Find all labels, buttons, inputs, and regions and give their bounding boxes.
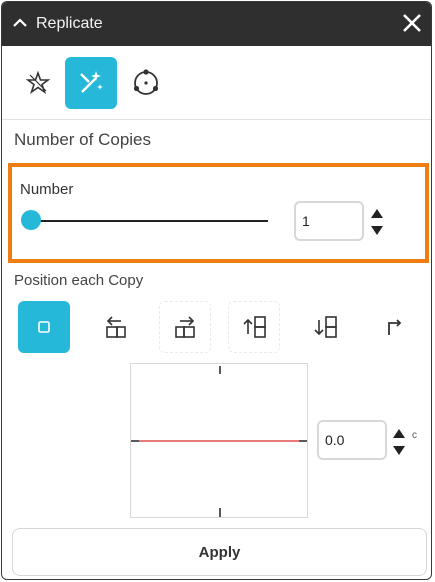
offset-preview (130, 363, 308, 518)
position-right-button[interactable] (159, 301, 211, 353)
chevron-up-icon[interactable] (11, 14, 29, 32)
position-corner-button[interactable] (368, 301, 420, 353)
offset-unit: c (412, 430, 417, 441)
close-icon[interactable] (401, 12, 423, 34)
center-square-icon (38, 321, 50, 333)
title-bar: Replicate (2, 2, 431, 46)
position-down-button[interactable] (299, 301, 351, 353)
position-label: Position each Copy (14, 272, 144, 289)
divider (2, 119, 431, 120)
align-left-arrow-icon (106, 316, 126, 338)
apply-button[interactable]: Apply (12, 528, 427, 576)
position-center-button[interactable] (18, 301, 70, 353)
position-left-button[interactable] (90, 301, 142, 353)
number-slider-thumb[interactable] (21, 210, 41, 230)
number-spinner-icon[interactable] (369, 206, 385, 238)
number-group-highlight (8, 163, 429, 263)
align-right-arrow-icon (175, 316, 195, 338)
offset-input[interactable]: 0.0 (317, 420, 387, 460)
align-down-arrow-icon (314, 316, 337, 338)
section-title-copies: Number of Copies (14, 130, 152, 149)
number-input[interactable]: 1 (294, 201, 364, 241)
mode-circle-button[interactable] (120, 57, 172, 109)
mode-magic-button[interactable] (65, 57, 117, 109)
number-label: Number (20, 181, 74, 198)
offset-spinner-icon[interactable] (391, 426, 407, 458)
window-title: Replicate (36, 15, 103, 32)
corner-arrow-icon (388, 319, 402, 335)
align-up-arrow-icon (243, 316, 266, 338)
mode-star-button[interactable] (12, 57, 64, 109)
magic-wand-sparkle-icon (80, 71, 103, 93)
position-up-button[interactable] (228, 301, 280, 353)
circle-points-icon (133, 69, 159, 95)
replicate-panel: Replicate Number of Copies Number 1 Posi… (1, 1, 432, 580)
star-outline-icon (25, 70, 51, 95)
number-slider-track[interactable] (32, 220, 268, 222)
